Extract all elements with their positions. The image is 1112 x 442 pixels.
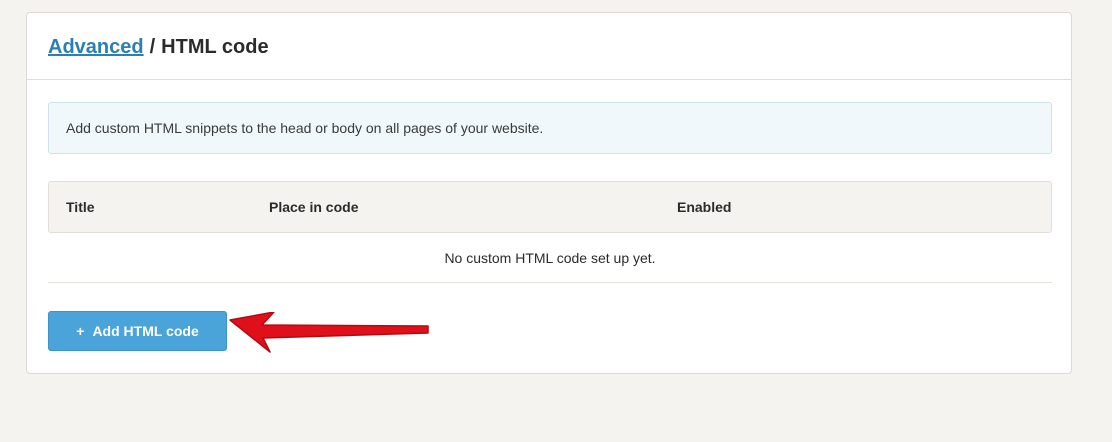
page-title: HTML code — [161, 36, 269, 58]
html-code-table: Title Place in code Enabled No custom HT… — [48, 181, 1052, 283]
add-html-code-label: Add HTML code — [92, 323, 199, 339]
red-arrow-icon — [229, 312, 429, 353]
breadcrumb-separator: / — [149, 36, 156, 58]
table-header: Title Place in code Enabled — [48, 181, 1052, 233]
red-arrow-shape — [229, 312, 429, 353]
plus-icon: + — [76, 323, 85, 339]
column-header-place-in-code: Place in code — [269, 199, 359, 215]
breadcrumb: Advanced / HTML code — [48, 33, 1071, 61]
empty-table-message: No custom HTML code set up yet. — [48, 233, 1052, 283]
info-message: Add custom HTML snippets to the head or … — [48, 102, 1052, 154]
column-header-title: Title — [66, 199, 95, 215]
column-header-enabled: Enabled — [677, 199, 732, 215]
add-html-code-button[interactable]: + Add HTML code — [48, 311, 227, 351]
breadcrumb-advanced-link[interactable]: Advanced — [48, 36, 144, 58]
html-code-panel: Advanced / HTML code Add custom HTML snipp… — [26, 12, 1072, 374]
panel-header: Advanced / HTML code — [27, 13, 1071, 80]
